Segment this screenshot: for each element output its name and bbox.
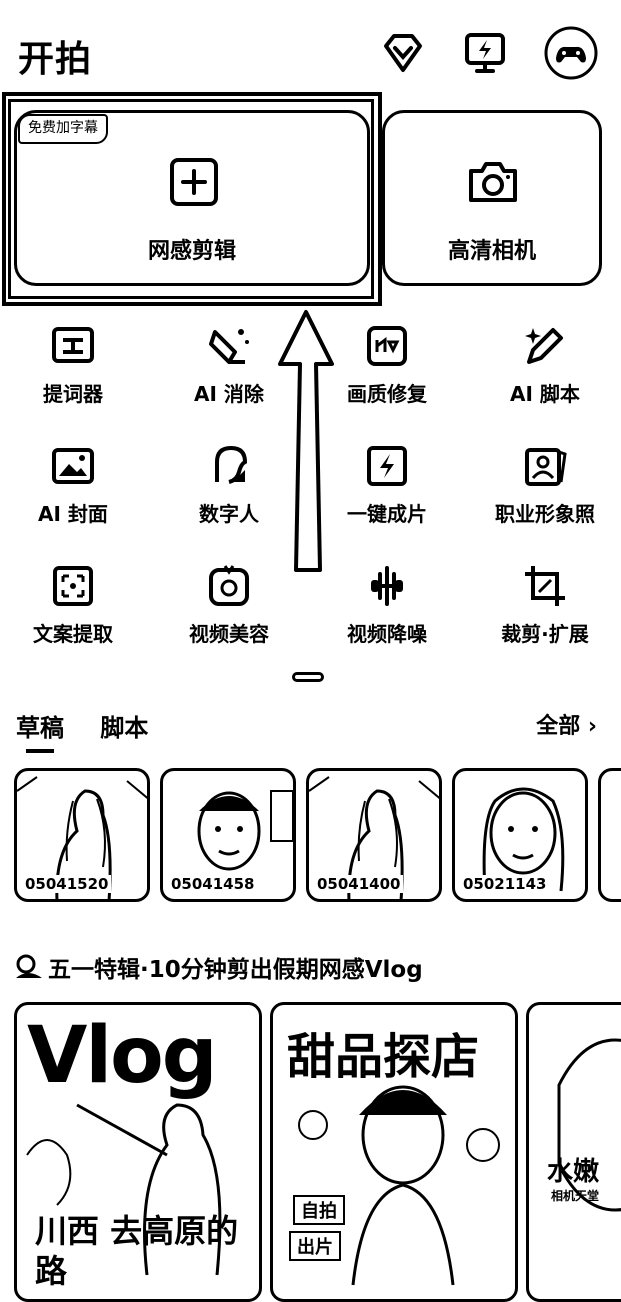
denoise-icon [363, 562, 411, 610]
eraser-icon [205, 322, 253, 370]
ai-script-icon [521, 322, 569, 370]
teleprompter-icon [49, 322, 97, 370]
tool-label: AI 脚本 [510, 382, 580, 406]
game-avatar-icon[interactable] [544, 26, 598, 80]
draft-item[interactable]: 05041458 [160, 768, 296, 902]
tab-drafts[interactable]: 草稿 [16, 708, 64, 753]
tool-text-extract[interactable]: 文案提取 [0, 562, 148, 647]
text-extract-icon [49, 562, 97, 610]
cover-image-icon [49, 442, 97, 490]
draft-code: 05041458 [169, 875, 257, 893]
view-all-link[interactable]: 全部 › [536, 708, 597, 740]
draft-code: 05041520 [23, 875, 111, 893]
page-indicator [292, 672, 324, 682]
tool-ai-cover[interactable]: AI 封面 [0, 442, 148, 527]
template-tag: 出片 [289, 1231, 341, 1261]
template-card[interactable]: Vlog 川西 去高原的路 [14, 1002, 262, 1302]
template-card[interactable]: 甜品探店 自拍 出片 [270, 1002, 518, 1302]
template-subtitle: 相机天堂 [551, 1189, 600, 1203]
section-title-text: 五一特辑·10分钟剪出假期网感Vlog [48, 957, 423, 983]
template-subtitle: 川西 去高原的路 [35, 1212, 239, 1290]
hd-camera-card[interactable]: 高清相机 [382, 110, 602, 286]
template-card[interactable]: 水嫩 相机天堂 [526, 1002, 621, 1302]
tool-crop-expand[interactable]: 裁剪·扩展 [470, 562, 620, 647]
tool-label: 裁剪·扩展 [501, 622, 589, 646]
tool-teleprompter[interactable]: 提词器 [0, 322, 148, 407]
draft-item[interactable] [598, 768, 621, 902]
draft-item[interactable]: 05041520 [14, 768, 150, 902]
tool-label: 视频美容 [189, 622, 269, 646]
quality-repair-icon [363, 322, 411, 370]
draft-code: 05041400 [315, 875, 403, 893]
view-all-label: 全部 [536, 714, 581, 739]
page-title: 开拍 [18, 39, 93, 80]
screen-cast-icon[interactable] [462, 30, 508, 76]
draft-tabs: 草稿 脚本 [16, 708, 176, 753]
pointer-arrow [276, 308, 336, 580]
plus-icon [169, 157, 219, 207]
camera-icon [467, 157, 519, 205]
featured-section-title: 五一特辑·10分钟剪出假期网感Vlog [14, 950, 423, 988]
tool-ai-script[interactable]: AI 脚本 [470, 322, 620, 407]
free-subtitle-badge: 免费加字幕 [18, 114, 108, 144]
digital-human-icon [205, 442, 253, 490]
draft-code: 05021143 [461, 875, 549, 893]
one-click-video-icon [363, 442, 411, 490]
template-tag: 自拍 [293, 1195, 345, 1225]
hd-camera-label: 高清相机 [447, 239, 536, 264]
template-title: 水嫩 [547, 1157, 600, 1187]
chevron-right-icon: › [587, 714, 597, 739]
megaphone-icon [14, 954, 44, 988]
tool-label: AI 封面 [38, 502, 108, 526]
tool-label: 提词器 [43, 382, 103, 406]
tool-label: 职业形象照 [495, 502, 595, 526]
draft-item[interactable]: 05021143 [452, 768, 588, 902]
draft-item[interactable]: 05041400 [306, 768, 442, 902]
tool-id-photo[interactable]: 职业形象照 [470, 442, 620, 527]
tab-scripts[interactable]: 脚本 [100, 708, 148, 743]
crop-expand-icon [521, 562, 569, 610]
id-photo-icon [521, 442, 569, 490]
video-beauty-icon [205, 562, 253, 610]
tool-label: 视频降噪 [347, 622, 427, 646]
vip-icon[interactable] [380, 30, 426, 76]
smart-edit-label: 网感剪辑 [147, 239, 236, 264]
tool-label: 文案提取 [33, 622, 113, 646]
